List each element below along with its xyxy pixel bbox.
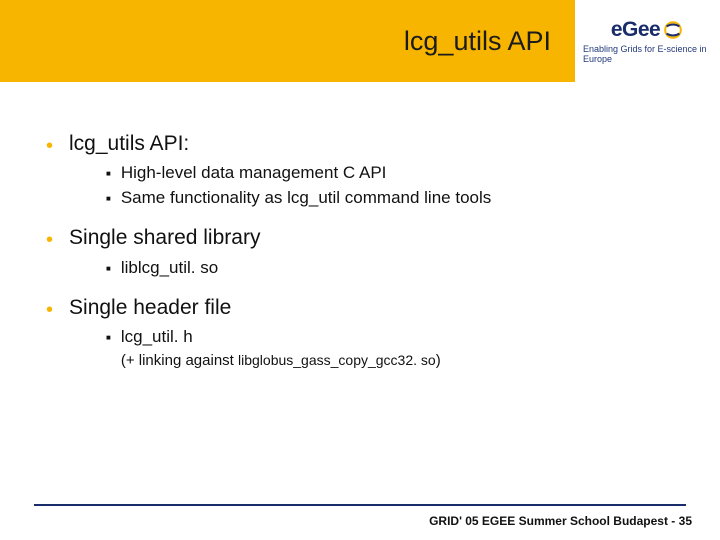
- square-bullet-icon: ■: [106, 264, 111, 273]
- slide-header: lcg_utils API eGee Enabling Grids for E-…: [0, 0, 720, 82]
- sub-list-label: Same functionality as lcg_util command l…: [121, 187, 491, 210]
- list-item-label: lcg_utils API:: [69, 130, 189, 158]
- egee-swirl-icon: [662, 19, 684, 41]
- footer-prefix: GRID' 05 EGEE Summer School Budapest -: [429, 514, 679, 528]
- sub-list-extra-code: libglobus_gass_copy_gcc32. so: [238, 352, 436, 368]
- sub-list-text: lcg_util. h: [121, 327, 193, 346]
- sub-list-label: lcg_util. h (+ linking against libglobus…: [121, 326, 441, 372]
- square-bullet-icon: ■: [106, 194, 111, 203]
- slide-content: • lcg_utils API: ■ High-level data manag…: [0, 82, 720, 382]
- sub-list-label: liblcg_util. so: [121, 257, 218, 280]
- list-item-label: Single shared library: [69, 224, 260, 252]
- bullet-icon: •: [46, 300, 53, 320]
- sub-list-label: High-level data management C API: [121, 162, 387, 185]
- square-bullet-icon: ■: [106, 169, 111, 178]
- bullet-icon: •: [46, 230, 53, 250]
- square-bullet-icon: ■: [106, 333, 111, 342]
- sub-list-item: ■ High-level data management C API: [106, 162, 674, 185]
- sub-list: ■ High-level data management C API ■ Sam…: [46, 158, 674, 220]
- egee-logo-text: eGee: [611, 18, 660, 42]
- sub-list-item: ■ liblcg_util. so: [106, 257, 674, 280]
- sub-list: ■ lcg_util. h (+ linking against libglob…: [46, 322, 674, 382]
- egee-logo: eGee Enabling Grids for E-science in Eur…: [575, 0, 720, 82]
- sub-list-extra-suffix: ): [436, 352, 441, 369]
- list-item: • Single header file ■ lcg_util. h (+ li…: [46, 294, 674, 382]
- slide: lcg_utils API eGee Enabling Grids for E-…: [0, 0, 720, 540]
- page-number: 35: [679, 514, 692, 528]
- sub-list: ■ liblcg_util. so: [46, 253, 674, 290]
- footer-text: GRID' 05 EGEE Summer School Budapest - 3…: [429, 514, 692, 528]
- egee-logo-top: eGee: [611, 18, 684, 42]
- list-item-label: Single header file: [69, 294, 231, 322]
- slide-title: lcg_utils API: [404, 26, 551, 57]
- list-item: • Single shared library ■ liblcg_util. s…: [46, 224, 674, 289]
- footer-divider: [34, 504, 686, 506]
- list-item: • lcg_utils API: ■ High-level data manag…: [46, 130, 674, 220]
- egee-tagline: Enabling Grids for E-science in Europe: [583, 44, 712, 65]
- sub-list-extra-prefix: (+ linking against: [121, 352, 238, 369]
- title-area: lcg_utils API: [0, 0, 575, 82]
- sub-list-item: ■ lcg_util. h (+ linking against libglob…: [106, 326, 674, 372]
- bullet-icon: •: [46, 136, 53, 156]
- sub-list-item: ■ Same functionality as lcg_util command…: [106, 187, 674, 210]
- bullet-list: • lcg_utils API: ■ High-level data manag…: [46, 130, 674, 382]
